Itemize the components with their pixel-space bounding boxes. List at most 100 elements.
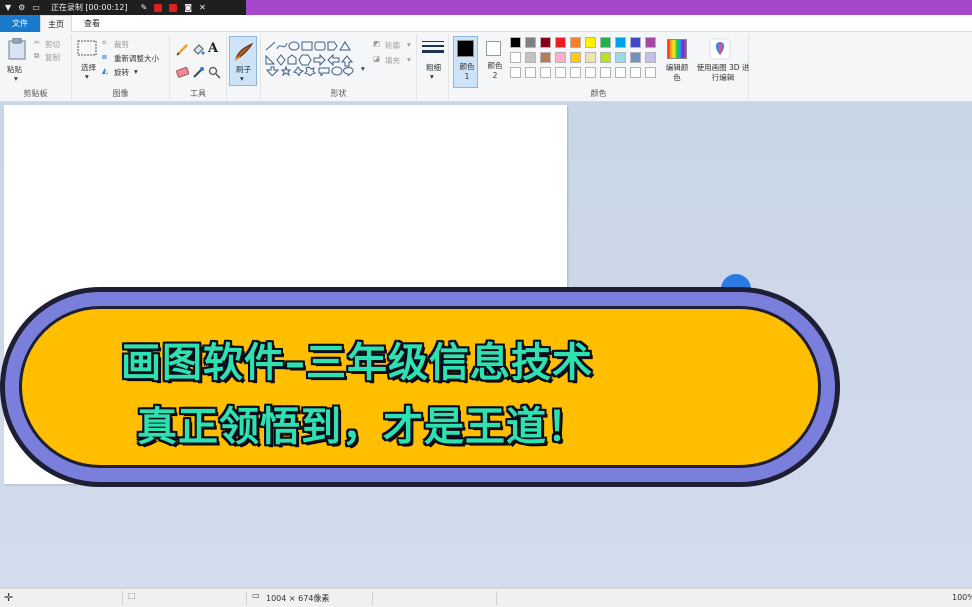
- shapes-more-icon[interactable]: ▾: [361, 64, 365, 73]
- tab-file[interactable]: 文件: [0, 15, 40, 32]
- record-icon[interactable]: [154, 3, 163, 12]
- banner-title: 画图软件–三年级信息技术: [121, 340, 593, 386]
- fill-button[interactable]: ◪ 填充 ▾: [373, 54, 417, 66]
- tools-group: A 工具: [170, 34, 227, 100]
- edit-colors-button[interactable]: 编辑颜色: [663, 36, 691, 88]
- color-swatch[interactable]: [615, 52, 626, 63]
- copy-icon: ⧉: [34, 51, 40, 60]
- color-swatch[interactable]: [540, 37, 551, 48]
- color-swatch[interactable]: [570, 52, 581, 63]
- image-dimensions: 1004 × 674像素: [266, 594, 330, 603]
- copy-button[interactable]: ⧉ 复制: [34, 51, 70, 63]
- colors-group-label: 颜色: [590, 89, 607, 98]
- custom-color-slot[interactable]: [615, 67, 626, 78]
- eraser-icon[interactable]: [176, 67, 189, 78]
- color2-label: 颜色 2: [487, 61, 503, 80]
- paint3d-label: 使用画图 3D 进行编辑: [696, 63, 750, 82]
- color2-swatch: [486, 41, 501, 56]
- color-swatch[interactable]: [570, 37, 581, 48]
- image-size-icon: ▭: [252, 591, 260, 600]
- crop-icon: ⌗: [102, 38, 107, 47]
- recording-bar: ▼ ⚙ ▭ 正在录制 [00:00:12] ✎ ◙ ✕: [0, 0, 972, 15]
- close-icon[interactable]: ✕: [199, 3, 206, 12]
- color-swatch[interactable]: [600, 37, 611, 48]
- color-swatch[interactable]: [645, 52, 656, 63]
- color-swatch[interactable]: [630, 37, 641, 48]
- custom-color-slot[interactable]: [525, 67, 536, 78]
- paste-button[interactable]: 粘贴 ▾: [4, 36, 30, 84]
- rotate-label: 旋转: [114, 68, 129, 77]
- color1-swatch: [457, 40, 474, 57]
- paint3d-button[interactable]: 使用画图 3D 进行编辑: [695, 36, 749, 88]
- shapes-group-label: 形状: [330, 89, 347, 98]
- select-icon: [77, 40, 97, 56]
- color-swatch[interactable]: [540, 52, 551, 63]
- chevron-down-icon: ▾: [134, 67, 138, 76]
- pencil-icon[interactable]: [176, 43, 189, 56]
- color-swatch[interactable]: [630, 52, 641, 63]
- camera-icon[interactable]: ◙: [184, 3, 192, 12]
- tools-group-label: 工具: [190, 89, 206, 98]
- color-swatch[interactable]: [510, 37, 521, 48]
- color-swatch[interactable]: [645, 37, 656, 48]
- resize-button[interactable]: ⧈ 重新调整大小: [102, 52, 168, 64]
- size-button[interactable]: 粗细 ▾: [420, 38, 446, 86]
- outline-button[interactable]: ◩ 轮廓 ▾: [373, 39, 417, 51]
- color-palette: [510, 37, 662, 83]
- custom-color-slot[interactable]: [645, 67, 656, 78]
- chevron-down-icon: ▾: [407, 40, 411, 49]
- color-swatch[interactable]: [555, 37, 566, 48]
- color-spectrum-icon: [667, 39, 687, 59]
- color2-button[interactable]: 颜色 2: [482, 36, 507, 88]
- selection-size-icon: ⬚: [128, 591, 136, 600]
- custom-color-slot[interactable]: [585, 67, 596, 78]
- paint3d-icon: [709, 38, 731, 60]
- color-swatch[interactable]: [510, 52, 521, 63]
- magnifier-icon[interactable]: [208, 66, 221, 79]
- recording-toolbar: ▼ ⚙ ▭ 正在录制 [00:00:12] ✎ ◙ ✕: [0, 0, 246, 15]
- settings-icon[interactable]: ⚙: [18, 3, 25, 12]
- window-icon[interactable]: ▭: [32, 3, 40, 12]
- brushes-group: 刷子 ▾: [227, 34, 261, 100]
- fill-bucket-icon[interactable]: [192, 43, 205, 56]
- brushes-button[interactable]: 刷子 ▾: [229, 36, 257, 86]
- custom-color-slot[interactable]: [540, 67, 551, 78]
- menu-down-icon[interactable]: ▼: [5, 3, 11, 12]
- edit-colors-label: 编辑颜色: [665, 63, 689, 82]
- status-separator: [122, 591, 123, 605]
- shapes-gallery[interactable]: [264, 40, 368, 76]
- tab-home[interactable]: 主页: [40, 15, 72, 33]
- color-swatch[interactable]: [600, 52, 611, 63]
- fill-icon: ◪: [373, 54, 381, 63]
- ribbon-tabs: 文件 主页 查看: [0, 15, 972, 33]
- cursor-position-icon: ✛: [4, 591, 14, 604]
- color-swatch[interactable]: [615, 37, 626, 48]
- custom-color-slot[interactable]: [555, 67, 566, 78]
- status-separator: [372, 591, 373, 605]
- custom-color-slot[interactable]: [570, 67, 581, 78]
- chevron-down-icon: ▾: [85, 72, 89, 81]
- tab-view[interactable]: 查看: [76, 15, 108, 32]
- rotate-icon: ◭: [102, 66, 108, 75]
- status-separator: [246, 591, 247, 605]
- color-swatch[interactable]: [585, 37, 596, 48]
- select-button[interactable]: 选择 ▾: [75, 38, 101, 86]
- custom-color-slot[interactable]: [630, 67, 641, 78]
- color-swatch[interactable]: [555, 52, 566, 63]
- pen-icon[interactable]: ✎: [141, 3, 148, 12]
- color-swatch[interactable]: [585, 52, 596, 63]
- stop-icon[interactable]: [169, 3, 178, 12]
- color-picker-icon[interactable]: [192, 66, 205, 79]
- text-tool-icon[interactable]: A: [208, 41, 218, 56]
- color1-button[interactable]: 颜色 1: [453, 36, 478, 88]
- cut-button[interactable]: ✂ 剪切: [34, 38, 70, 50]
- ribbon: 粘贴 ▾ ✂ 剪切 ⧉ 复制 剪贴板 选择 ▾ ⌗ 裁剪 ⧈ 重新调整大小 ◭ …: [0, 32, 972, 102]
- zoom-level[interactable]: 100%: [952, 593, 972, 602]
- color-swatch[interactable]: [525, 52, 536, 63]
- rotate-button[interactable]: ◭ 旋转 ▾: [102, 66, 162, 78]
- color-swatch[interactable]: [525, 37, 536, 48]
- cut-label: 剪切: [45, 40, 60, 49]
- custom-color-slot[interactable]: [600, 67, 611, 78]
- crop-button[interactable]: ⌗ 裁剪: [102, 38, 166, 50]
- custom-color-slot[interactable]: [510, 67, 521, 78]
